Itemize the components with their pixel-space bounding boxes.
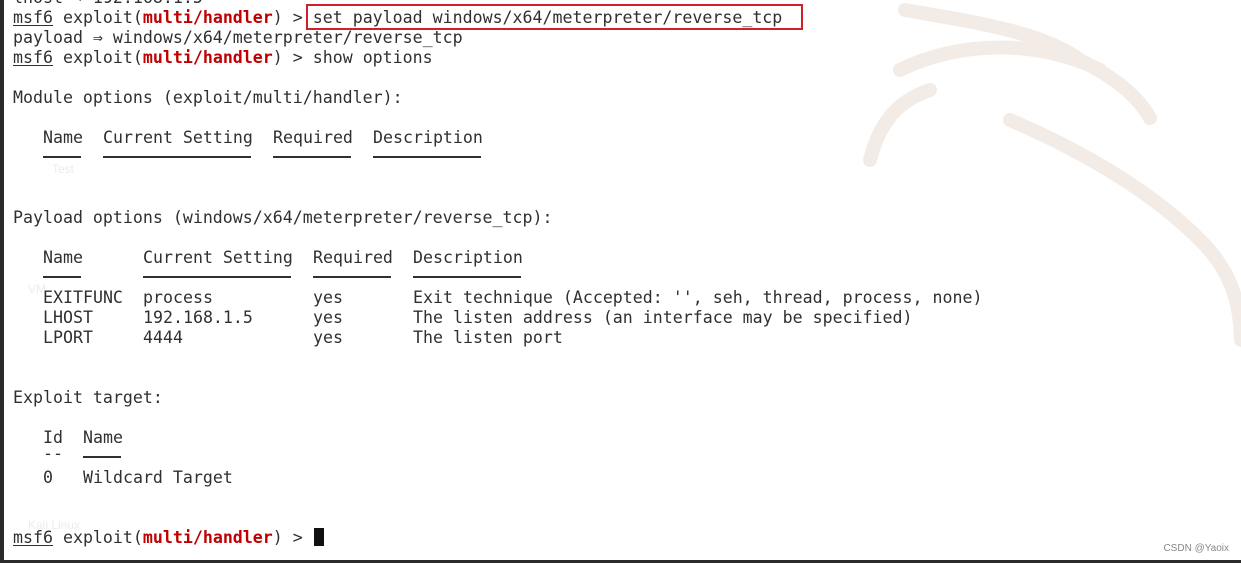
option-description: Exit technique (Accepted: '', seh, threa… — [413, 288, 983, 307]
prompt-close: ) > — [272, 8, 303, 27]
target-header-name: Name — [83, 428, 123, 447]
exploit-target-title: Exploit target: — [13, 388, 163, 407]
show-options-command: show options — [302, 48, 433, 67]
target-name: Wildcard Target — [83, 468, 233, 487]
payload-header-underline — [413, 276, 521, 278]
prompt-module: multi/handler — [142, 528, 273, 547]
option-name: EXITFUNC — [43, 288, 123, 307]
module-header-current-setting: Current Setting — [103, 128, 253, 147]
target-id: 0 — [43, 468, 53, 487]
module-header-underline — [273, 156, 351, 158]
option-name: LPORT — [43, 328, 93, 347]
option-required: yes — [313, 328, 343, 347]
payload-header-underline — [143, 276, 291, 278]
option-setting: process — [143, 288, 213, 307]
option-description: The listen address (an interface may be … — [413, 308, 913, 327]
prompt-module: multi/handler — [142, 8, 273, 27]
option-setting: 4444 — [143, 328, 183, 347]
prompt-close: ) > — [272, 48, 303, 67]
option-setting: 192.168.1.5 — [143, 308, 253, 327]
prompt-prefix: msf6 — [13, 8, 53, 27]
payload-header-required: Required — [313, 248, 393, 267]
previous-output-line: lhost ⇒ 192.168.1.5 — [13, 0, 203, 8]
csdn-watermark: CSDN @Yaoix — [1163, 543, 1229, 554]
command-highlight-box — [306, 4, 803, 30]
module-header-underline — [103, 156, 251, 158]
module-header-underline — [43, 156, 81, 158]
option-name: LHOST — [43, 308, 93, 327]
module-header-required: Required — [273, 128, 353, 147]
prompt-module: multi/handler — [142, 48, 273, 67]
target-header-id-dash: -- — [43, 444, 63, 463]
desktop-label-test: Test — [52, 162, 75, 176]
module-options-title: Module options (exploit/multi/handler): — [13, 88, 403, 107]
prompt-line-show-options: msf6 exploit(multi/handler) > show optio… — [13, 48, 433, 68]
option-required: yes — [313, 308, 343, 327]
target-header-underline — [83, 456, 121, 458]
module-header-underline — [373, 156, 481, 158]
payload-header-current-setting: Current Setting — [143, 248, 293, 267]
payload-header-underline — [313, 276, 391, 278]
prompt-prefix: msf6 — [13, 528, 53, 547]
payload-echo-line: payload ⇒ windows/x64/meterpreter/revers… — [13, 28, 463, 47]
prompt-exploit-word: exploit( — [52, 528, 143, 547]
payload-options-title: Payload options (windows/x64/meterpreter… — [13, 208, 553, 227]
terminal-cursor[interactable] — [313, 528, 324, 546]
prompt-exploit-word: exploit( — [52, 8, 143, 27]
prompt-close: ) > — [272, 528, 303, 547]
option-required: yes — [313, 288, 343, 307]
payload-header-description: Description — [413, 248, 523, 267]
prompt-exploit-word: exploit( — [52, 48, 143, 67]
payload-header-underline — [43, 276, 81, 278]
prompt-line-current[interactable]: msf6 exploit(multi/handler) > — [13, 528, 324, 548]
module-header-name: Name — [43, 128, 83, 147]
payload-header-name: Name — [43, 248, 83, 267]
option-description: The listen port — [413, 328, 563, 347]
prompt-prefix: msf6 — [13, 48, 53, 67]
module-header-description: Description — [373, 128, 483, 147]
